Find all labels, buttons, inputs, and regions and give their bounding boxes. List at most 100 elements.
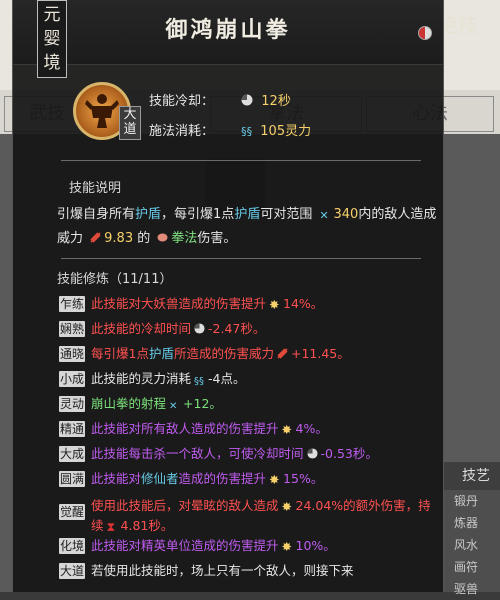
half-circle-icon: [418, 26, 432, 40]
mod-row: 圆满 此技能对修仙者造成的伤害提升 ✸ 15%。: [59, 471, 439, 496]
side-item[interactable]: 驱兽: [440, 578, 500, 600]
mod-desc: 每引爆1点: [91, 346, 149, 361]
sun-icon: ✸: [281, 499, 292, 514]
desc-text: 引爆自身所有: [57, 207, 136, 222]
mod-desc: 此技能每击杀一个敌人，可使冷却时间: [91, 446, 304, 461]
mod-badge: 乍练: [59, 296, 85, 312]
skill-description: 引爆自身所有护盾，每引爆1点护盾可对范围 ✕ 340内的敌人造成 威力 9.83 …: [57, 203, 437, 251]
mod-text: 此技能对精英单位造成的伤害提升 ✸ 10%。: [91, 538, 437, 554]
divider: [61, 160, 421, 161]
spirit-icon: §§: [241, 125, 253, 138]
skill-title: 御鸿崩山拳: [165, 17, 291, 43]
cooldown-label: 技能冷却：: [149, 94, 215, 109]
side-item[interactable]: 炼器: [440, 512, 500, 534]
realm-tag: 元婴境: [37, 0, 67, 78]
mod-value: 4.81秒。: [120, 518, 174, 533]
power-icon: [277, 348, 288, 359]
skills-side-panel: 技艺 锻丹 炼器 风水 画符 驱兽: [440, 462, 500, 596]
mod-text: 若使用此技能时，场上只有一个敌人，则接下来: [91, 563, 354, 578]
mod-badge: 小成: [59, 371, 85, 387]
sun-icon: ✸: [269, 297, 280, 312]
mod-badge: 大成: [59, 446, 85, 462]
mod-text: 使用此技能后，对晕眩的敌人造成 ✸ 24.04%的额外伤害，持续 ⧗ 4.81秒。: [91, 496, 437, 536]
cooldown-value: 12秒: [261, 94, 291, 109]
grade-badge: 大道: [119, 106, 141, 140]
mod-value: +11.45。: [290, 346, 350, 361]
mod-row: 乍练 此技能对大妖兽造成的伤害提升 ✸ 14%。: [59, 296, 439, 321]
skill-tooltip: 御鸿崩山拳 元婴境 大道 技能冷却： 12秒 施法消耗： §§ 105灵力 技能…: [12, 0, 444, 592]
mods-title: 技能修炼（11/11）: [57, 272, 173, 287]
mod-badge: 灵动: [59, 396, 85, 412]
sun-icon: ✸: [281, 422, 292, 437]
mod-badge: 精通: [59, 421, 85, 437]
sun-icon: ✸: [281, 539, 292, 554]
mod-text: 此技能的灵力消耗 §§ -4点。: [91, 371, 437, 387]
mod-desc: 此技能的冷却时间: [91, 321, 192, 336]
hourglass-icon: ⧗: [106, 519, 116, 534]
mod-desc: 所造成的伤害威力: [173, 346, 274, 361]
mod-text: 此技能的冷却时间 -2.47秒。: [91, 321, 437, 337]
cost-value: 105灵力: [260, 124, 312, 139]
mod-row: 娴熟 此技能的冷却时间 -2.47秒。: [59, 321, 439, 346]
side-panel-title: 技艺: [440, 462, 500, 490]
desc-shield: 护盾: [234, 207, 261, 222]
mod-desc: 崩山拳的射程: [91, 396, 167, 411]
mod-value: -4点。: [208, 371, 246, 386]
mod-value: 14%。: [283, 296, 324, 311]
cost-label: 施法消耗：: [149, 124, 215, 139]
cooldown-row: 技能冷却： 12秒: [149, 90, 291, 109]
spirit-icon: §§: [194, 376, 205, 387]
desc-shield: 护盾: [135, 207, 162, 222]
mod-desc: 此技能对精英单位造成的伤害提升: [91, 538, 279, 553]
desc-range: 340: [333, 207, 359, 222]
mod-value: +12。: [183, 396, 222, 411]
category-text: 绝技: [438, 13, 478, 37]
tooltip-header: 御鸿崩山拳: [13, 0, 443, 65]
mod-row: 化境 此技能对精英单位造成的伤害提升 ✸ 10%。: [59, 538, 439, 563]
mod-row: 大道 若使用此技能时，场上只有一个敌人，则接下来: [59, 563, 439, 588]
mod-desc: 此技能的灵力消耗: [91, 371, 192, 386]
divider: [61, 258, 421, 259]
mod-text: 此技能对大妖兽造成的伤害提升 ✸ 14%。: [91, 296, 437, 312]
desc-text: ，每引爆1点: [161, 207, 235, 222]
mod-desc: 造成的伤害提升: [178, 471, 267, 486]
side-item[interactable]: 风水: [440, 534, 500, 556]
range-icon: ✕: [169, 401, 178, 412]
mod-row: 灵动 崩山拳的射程 ✕ +12。: [59, 396, 439, 421]
desc-text: 的: [137, 231, 151, 246]
cost-row: 施法消耗： §§ 105灵力: [149, 120, 311, 139]
mod-row: 觉醒 使用此技能后，对晕眩的敌人造成 ✸ 24.04%的额外伤害，持续 ⧗ 4.81秒。: [59, 496, 439, 538]
mod-highlight: 修仙者: [141, 471, 179, 486]
side-item[interactable]: 画符: [440, 556, 500, 578]
mod-row: 精通 此技能对所有敌人造成的伤害提升 ✸ 4%。: [59, 421, 439, 446]
mod-value: -2.47秒。: [208, 321, 266, 336]
mod-text: 崩山拳的射程 ✕ +12。: [91, 396, 437, 412]
mod-row: 小成 此技能的灵力消耗 §§ -4点。: [59, 371, 439, 396]
power-icon: [90, 232, 101, 243]
mod-badge: 大道: [59, 563, 85, 579]
desc-fist: 拳法: [171, 231, 198, 246]
category-label: 绝技: [438, 14, 478, 36]
mod-desc: 使用此技能后，对晕眩的敌人造成: [91, 498, 279, 513]
mod-badge: 通晓: [59, 346, 85, 362]
desc-text: 内的敌人造成: [358, 207, 437, 222]
mod-highlight: 护盾: [148, 346, 174, 361]
side-item[interactable]: 锻丹: [440, 490, 500, 512]
mod-badge: 觉醒: [59, 504, 85, 520]
desc-text: 威力: [57, 231, 84, 246]
mod-desc: 此技能对所有敌人造成的伤害提升: [91, 421, 279, 436]
clock-icon: [194, 323, 205, 334]
mod-text: 此技能对修仙者造成的伤害提升 ✸ 15%。: [91, 471, 437, 487]
mod-value: 10%。: [295, 538, 336, 553]
clock-icon: [306, 448, 318, 459]
mod-text: 每引爆1点护盾所造成的伤害威力 +11.45。: [91, 346, 437, 362]
mod-row: 通晓 每引爆1点护盾所造成的伤害威力 +11.45。: [59, 346, 439, 371]
mod-text: 此技能对所有敌人造成的伤害提升 ✸ 4%。: [91, 421, 437, 437]
desc-text: 伤害。: [197, 231, 237, 246]
clock-icon: [241, 94, 253, 106]
mod-value: 4%。: [295, 421, 328, 436]
desc-text: 可对范围: [260, 207, 313, 222]
fist-icon: [157, 233, 168, 242]
mod-badge: 化境: [59, 538, 85, 554]
mod-list: 乍练 此技能对大妖兽造成的伤害提升 ✸ 14%。 娴熟 此技能的冷却时间 -2.47秒…: [59, 296, 439, 588]
